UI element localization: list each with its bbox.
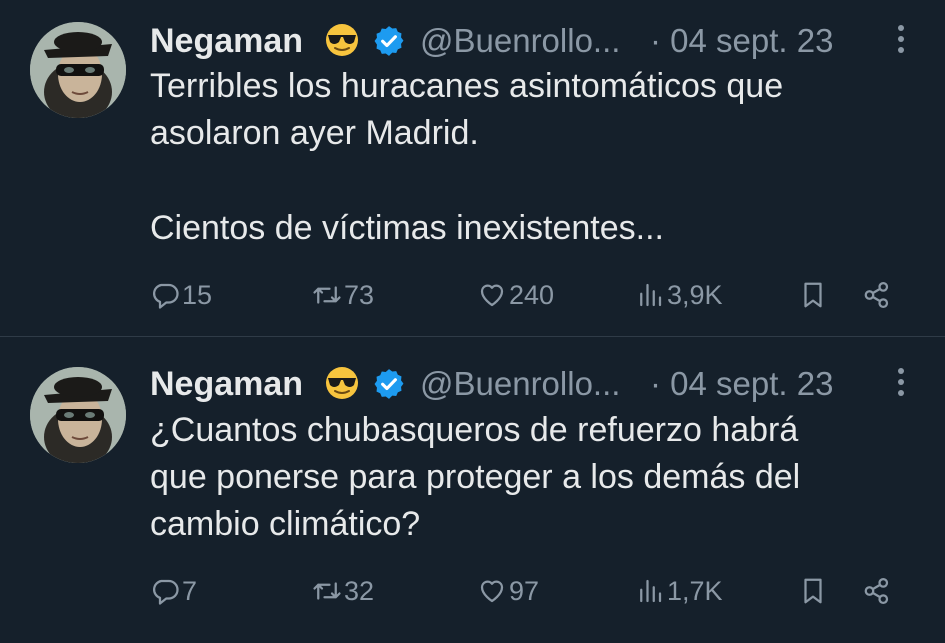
tweet-text: ¿Cuantos chubasqueros de refuerzo habrá … bbox=[150, 407, 915, 548]
reply-button[interactable]: 7 bbox=[150, 571, 197, 611]
like-count: 240 bbox=[509, 279, 555, 310]
author-name[interactable]: Negaman bbox=[150, 22, 303, 61]
tweet-text-line: ¿Cuantos chubasqueros de refuerzo habrá bbox=[150, 411, 799, 449]
sunglasses-emoji-icon bbox=[326, 24, 358, 56]
author-name[interactable]: Negaman bbox=[150, 365, 303, 404]
share-button[interactable] bbox=[862, 275, 894, 315]
reply-icon bbox=[153, 579, 179, 605]
tweet-header: Negaman @Buenrollo... · 04 sept. 23 bbox=[150, 16, 915, 60]
tweet-date[interactable]: · 04 sept. 23 bbox=[650, 22, 833, 60]
verified-icon[interactable] bbox=[372, 367, 406, 401]
more-icon[interactable] bbox=[895, 365, 907, 399]
avatar[interactable] bbox=[30, 367, 126, 463]
bookmark-icon bbox=[804, 282, 822, 308]
views-count: 3,9K bbox=[667, 279, 723, 310]
retweet-icon bbox=[313, 286, 341, 304]
tweet-actions: 15 73 240 3,9K bbox=[150, 275, 915, 315]
share-button[interactable] bbox=[862, 571, 894, 611]
verified-icon[interactable] bbox=[372, 24, 406, 58]
tweet-date[interactable]: · 04 sept. 23 bbox=[650, 365, 833, 403]
tweet-text-line: que ponerse para proteger a los demás de… bbox=[150, 458, 801, 496]
tweet-text-line: asolaron ayer Madrid. bbox=[150, 114, 479, 152]
sunglasses-emoji-icon bbox=[326, 367, 358, 399]
retweet-icon bbox=[313, 582, 341, 600]
tweet-text-line: Cientos de víctimas inexistentes... bbox=[150, 209, 665, 247]
reply-count: 15 bbox=[182, 279, 213, 310]
bookmark-button[interactable] bbox=[798, 571, 830, 611]
share-icon bbox=[864, 282, 889, 308]
views-button[interactable]: 1,7K bbox=[635, 571, 723, 611]
author-handle[interactable]: @Buenrollo... bbox=[420, 22, 620, 60]
retweet-count: 73 bbox=[344, 279, 375, 310]
reply-icon bbox=[153, 283, 179, 309]
reply-button[interactable]: 15 bbox=[150, 275, 212, 315]
tweet-text-line: cambio climático? bbox=[150, 505, 421, 543]
like-icon bbox=[480, 580, 504, 603]
retweet-button[interactable]: 73 bbox=[312, 275, 374, 315]
tweet-text: Terribles los huracanes asintomáticos qu… bbox=[150, 63, 915, 252]
retweet-button[interactable]: 32 bbox=[312, 571, 374, 611]
views-count: 1,7K bbox=[667, 575, 723, 606]
bookmark-button[interactable] bbox=[798, 275, 830, 315]
like-button[interactable]: 240 bbox=[477, 275, 554, 315]
views-button[interactable]: 3,9K bbox=[635, 275, 723, 315]
views-icon bbox=[640, 283, 662, 307]
like-count: 97 bbox=[509, 575, 540, 606]
tweet-header: Negaman @Buenrollo... · 04 sept. 23 bbox=[150, 359, 915, 403]
views-icon bbox=[640, 579, 662, 603]
tweet-text-line bbox=[150, 157, 915, 205]
tweet[interactable]: Negaman @Buenrollo... · 04 sept. 23 Terr… bbox=[0, 0, 945, 337]
share-icon bbox=[864, 578, 889, 604]
tweet-text-line: Terribles los huracanes asintomáticos qu… bbox=[150, 67, 784, 105]
reply-count: 7 bbox=[182, 575, 198, 606]
author-handle[interactable]: @Buenrollo... bbox=[420, 365, 620, 403]
retweet-count: 32 bbox=[344, 575, 375, 606]
more-icon[interactable] bbox=[895, 22, 907, 56]
avatar[interactable] bbox=[30, 22, 126, 118]
like-button[interactable]: 97 bbox=[477, 571, 539, 611]
tweet-actions: 7 32 97 1,7K bbox=[150, 571, 915, 611]
bookmark-icon bbox=[804, 578, 822, 604]
like-icon bbox=[480, 284, 504, 307]
tweet[interactable]: Negaman @Buenrollo... · 04 sept. 23 ¿Cua… bbox=[0, 337, 945, 643]
